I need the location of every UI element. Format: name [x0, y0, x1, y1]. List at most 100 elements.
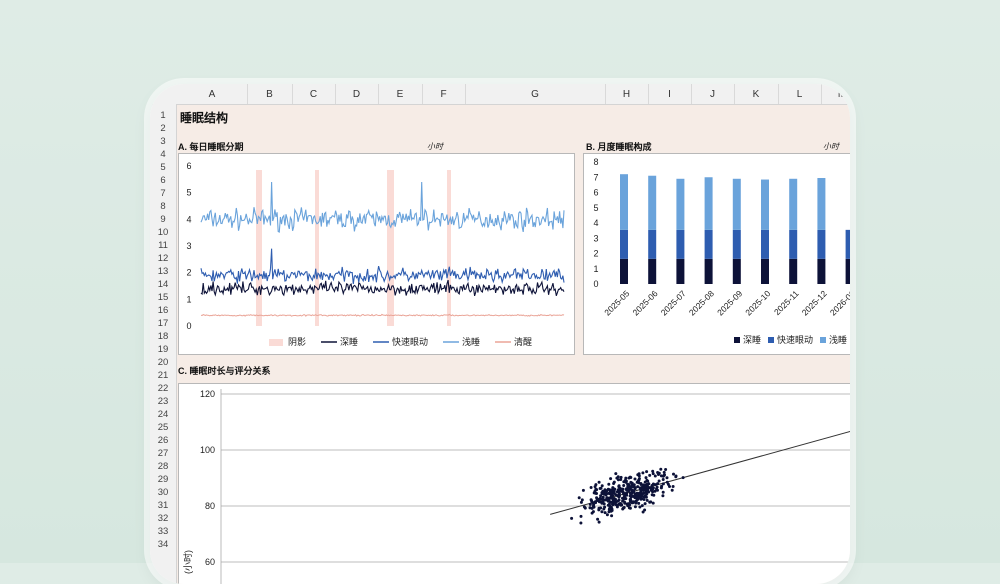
row-header-4[interactable]: 4 [150, 148, 176, 161]
scatter-point [628, 494, 632, 498]
scatter-point [622, 484, 626, 487]
row-header-7[interactable]: 7 [150, 187, 176, 200]
row-header-13[interactable]: 13 [150, 265, 176, 278]
scatter-point [609, 477, 613, 481]
scatter-point [614, 493, 618, 497]
scatter-point [600, 510, 604, 514]
bar-segment-快速眼动 [761, 229, 769, 259]
scatter-point [607, 482, 611, 486]
row-header-24[interactable]: 24 [150, 408, 176, 421]
row-header-9[interactable]: 9 [150, 213, 176, 226]
row-header-29[interactable]: 29 [150, 473, 176, 486]
row-header-12[interactable]: 12 [150, 252, 176, 265]
daily-stage-svg: 0 1 2 3 4 5 6 阴影 深睡 快速眼动 浅睡 清醒 [186, 161, 565, 347]
scatter-point [621, 496, 624, 500]
x-tick-label: 2025-07 [659, 288, 688, 317]
bar-segment-浅睡 [817, 178, 826, 230]
y-tick-label: 6 [593, 188, 598, 198]
bar-segment-快速眼动 [845, 229, 850, 259]
row-header-2[interactable]: 2 [150, 122, 176, 135]
row-header-11[interactable]: 11 [150, 239, 176, 252]
shaded-region [387, 170, 394, 326]
legend-label: 清醒 [514, 336, 532, 347]
scatter-point [627, 489, 631, 493]
column-header-A[interactable]: A [177, 84, 248, 104]
row-header-34[interactable]: 34 [150, 538, 176, 551]
bar-segment-深睡 [817, 258, 826, 284]
bar-segment-浅睡 [789, 178, 798, 230]
y-tick-label: 7 [593, 172, 598, 182]
column-header-L[interactable]: L [778, 84, 822, 104]
row-header-22[interactable]: 22 [150, 382, 176, 395]
legend-swatch [734, 337, 740, 343]
scatter-point [632, 485, 636, 488]
column-header-B[interactable]: B [247, 84, 293, 104]
column-header-K[interactable]: K [734, 84, 779, 104]
scatter-point [610, 514, 614, 518]
x-tick-label: 2025-05 [602, 288, 631, 317]
scatter-point [674, 475, 678, 479]
legend-label: 快速眼动 [777, 334, 813, 345]
scatter-point [633, 477, 637, 481]
column-header-D[interactable]: D [335, 84, 379, 104]
row-header-21[interactable]: 21 [150, 369, 176, 382]
row-header-1[interactable]: 1 [150, 109, 176, 122]
scatter-point [632, 494, 635, 498]
y-tick-label: 2 [186, 268, 191, 278]
scatter-point [621, 490, 625, 494]
row-header-14[interactable]: 14 [150, 278, 176, 291]
series-line-浅睡 [200, 181, 565, 233]
scatter-point [656, 471, 660, 474]
row-header-25[interactable]: 25 [150, 421, 176, 434]
scatter-point [645, 470, 649, 474]
row-header-5[interactable]: 5 [150, 161, 176, 174]
column-header-F[interactable]: F [422, 84, 466, 104]
row-header-32[interactable]: 32 [150, 512, 176, 525]
scatter-point [626, 484, 630, 488]
row-header-30[interactable]: 30 [150, 486, 176, 499]
row-header-27[interactable]: 27 [150, 447, 176, 460]
row-header-6[interactable]: 6 [150, 174, 176, 187]
row-header-10[interactable]: 10 [150, 226, 176, 239]
scatter-point [619, 478, 623, 481]
column-header-bar: ABCDEFGHIJKLM [150, 84, 850, 105]
scatter-point [641, 471, 645, 475]
scatter-point [610, 492, 614, 496]
panel-c-title: C. 睡眠时长与评分关系 [178, 366, 271, 376]
column-header-G[interactable]: G [465, 84, 606, 104]
row-header-18[interactable]: 18 [150, 330, 176, 343]
row-header-17[interactable]: 17 [150, 317, 176, 330]
x-tick-label: 2026-01 [828, 288, 850, 317]
column-header-J[interactable]: J [691, 84, 735, 104]
sheet-area[interactable]: 睡眠结构 A. 每日睡眠分期 小时 0 1 2 3 4 5 6 阴影 深睡 快速眼动 浅睡 清醒 B.… [177, 105, 850, 584]
row-header-16[interactable]: 16 [150, 304, 176, 317]
row-header-26[interactable]: 26 [150, 434, 176, 447]
row-header-19[interactable]: 19 [150, 343, 176, 356]
legend-label: 浅睡 [462, 336, 480, 347]
row-header-28[interactable]: 28 [150, 460, 176, 473]
column-header-I[interactable]: I [648, 84, 692, 104]
row-header-20[interactable]: 20 [150, 356, 176, 369]
scatter-point [583, 506, 587, 510]
x-tick-label: 2025-08 [687, 288, 716, 317]
row-header-33[interactable]: 33 [150, 525, 176, 538]
x-tick-label: 2025-12 [800, 288, 829, 317]
bar-segment-深睡 [845, 258, 850, 284]
scatter-point [650, 484, 654, 487]
scatter-point [591, 504, 595, 508]
column-header-C[interactable]: C [292, 84, 336, 104]
duration-score-chart: 60 80 100 120 (小时) [178, 383, 850, 584]
row-header-8[interactable]: 8 [150, 200, 176, 213]
row-header-15[interactable]: 15 [150, 291, 176, 304]
column-header-M[interactable]: M [821, 84, 850, 104]
scatter-point [671, 485, 675, 488]
row-header-31[interactable]: 31 [150, 499, 176, 512]
scatter-point [660, 484, 664, 488]
column-header-E[interactable]: E [378, 84, 423, 104]
row-header-3[interactable]: 3 [150, 135, 176, 148]
column-header-H[interactable]: H [605, 84, 649, 104]
scatter-point [622, 480, 626, 484]
row-header-23[interactable]: 23 [150, 395, 176, 408]
bar-segment-深睡 [620, 258, 628, 284]
scatter-point [598, 487, 602, 490]
